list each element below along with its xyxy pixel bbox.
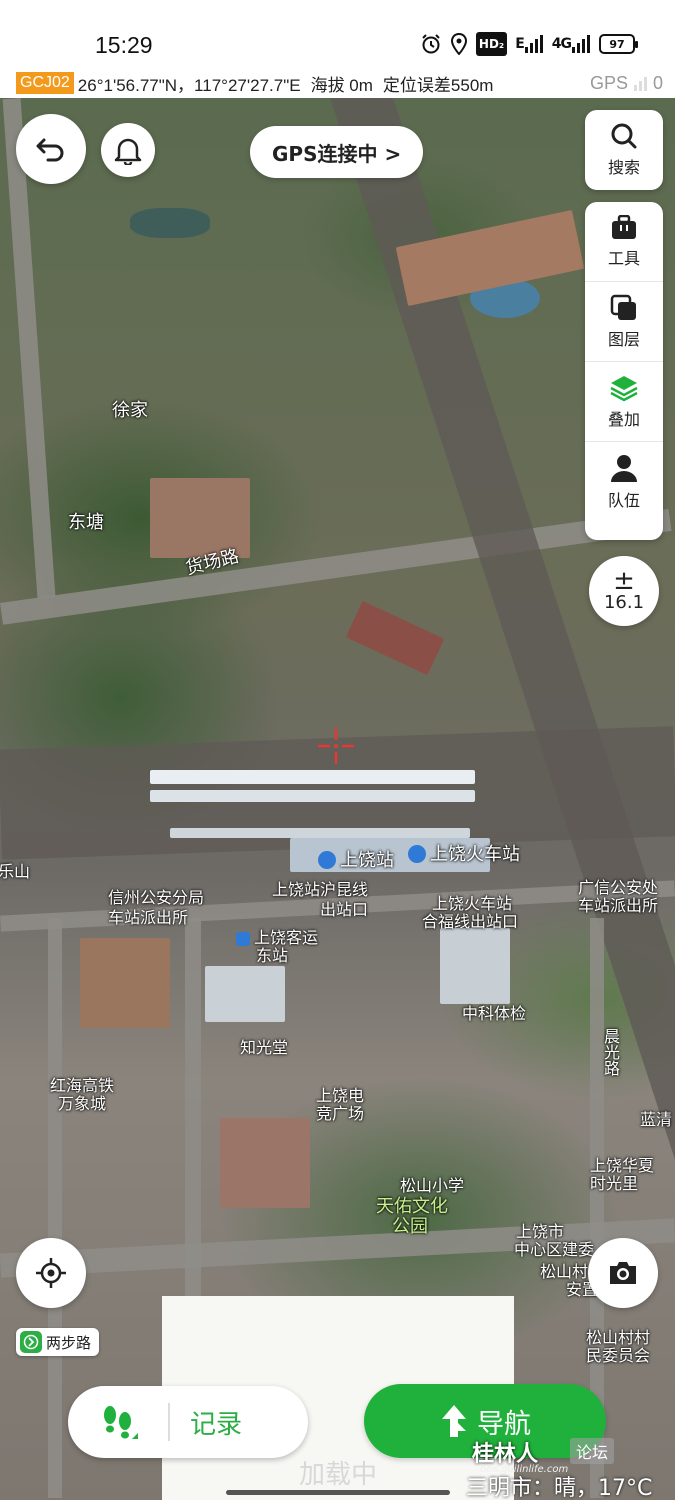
center-crosshair-icon bbox=[318, 728, 354, 764]
map-water bbox=[130, 208, 210, 238]
toolbox-icon bbox=[612, 214, 636, 239]
map-label[interactable]: 徐家 bbox=[112, 396, 148, 422]
gps-count: 0 bbox=[652, 72, 663, 93]
map-label[interactable]: 蓝清 bbox=[640, 1106, 672, 1130]
tools-button[interactable]: 工具 bbox=[585, 202, 663, 282]
map-label[interactable]: 知光堂 bbox=[240, 1034, 288, 1058]
map-label[interactable]: 车站派出所 bbox=[578, 892, 658, 916]
footprints-icon bbox=[68, 1401, 168, 1443]
map-label[interactable]: 中心区建委 bbox=[514, 1236, 594, 1260]
map-label[interactable]: 车站派出所 bbox=[108, 904, 188, 928]
bell-icon bbox=[114, 138, 142, 165]
gps-signal-icon bbox=[633, 75, 647, 91]
record-label: 记录 bbox=[190, 1409, 243, 1440]
map-building bbox=[440, 928, 510, 1004]
back-button[interactable] bbox=[16, 114, 86, 184]
map-poi-label[interactable]: 上饶站 bbox=[318, 846, 394, 872]
alarm-icon bbox=[420, 32, 442, 56]
navigation-arrow-icon bbox=[442, 1405, 466, 1437]
home-indicator[interactable] bbox=[226, 1490, 450, 1495]
map-label[interactable]: 中科体检 bbox=[462, 1000, 526, 1024]
signal-icon-1: E bbox=[515, 32, 544, 56]
search-icon bbox=[611, 123, 637, 149]
search-panel[interactable]: 搜索 bbox=[585, 110, 663, 190]
signal-icon-2: 4G bbox=[552, 32, 591, 56]
map-label[interactable]: 出站口 bbox=[320, 896, 368, 920]
map-poi-label[interactable]: 上饶火车站 bbox=[408, 840, 520, 866]
map-building bbox=[220, 1118, 310, 1208]
map-road-label: 晨光路 bbox=[601, 1028, 620, 1076]
gps-label: GPS bbox=[589, 72, 628, 93]
team-label: 队伍 bbox=[607, 491, 640, 510]
status-icons: HD₂ E 4G 97 bbox=[420, 32, 638, 56]
overlay-button[interactable]: 叠加 bbox=[585, 362, 663, 442]
hd-voice-icon: HD₂ bbox=[475, 32, 508, 56]
tools-panel: 工具 图层 叠加 队伍 bbox=[585, 202, 663, 540]
map-park-label[interactable]: 公园 bbox=[392, 1212, 428, 1238]
team-person-icon bbox=[611, 455, 637, 482]
station-platform bbox=[150, 770, 475, 784]
satellite-map[interactable]: 徐家 东塘 货场路 上饶站 上饶火车站 乐山 上饶站沪昆线 出站口 上饶火车站 … bbox=[0, 98, 675, 1500]
coordinate-bar: GCJ02 26°1'56.77"N，117°27'27.7"E 海拔 0m 定… bbox=[0, 68, 675, 98]
search-button[interactable]: 搜索 bbox=[585, 110, 663, 190]
bus-poi-icon bbox=[236, 932, 250, 946]
tools-label: 工具 bbox=[607, 248, 640, 268]
locate-button[interactable] bbox=[16, 1238, 86, 1308]
map-road bbox=[48, 918, 62, 1498]
watermark-forum: 论坛 bbox=[570, 1438, 615, 1464]
walk-mode-label: 两步路 bbox=[46, 1333, 92, 1352]
map-label[interactable]: 乐山 bbox=[0, 858, 30, 882]
camera-icon bbox=[610, 1262, 636, 1284]
status-time: 15:29 bbox=[95, 32, 153, 58]
map-building bbox=[205, 966, 285, 1022]
altitude-text: 海拔 0m bbox=[310, 75, 373, 95]
station-poi-icon bbox=[408, 845, 426, 863]
station-platform bbox=[170, 828, 470, 838]
camera-button[interactable] bbox=[588, 1238, 658, 1308]
loading-text: 加载中 bbox=[298, 1460, 377, 1490]
overlay-stack-icon bbox=[610, 375, 638, 401]
gps-connecting-button[interactable]: GPS连接中 > bbox=[250, 126, 424, 178]
coord-system-badge[interactable]: GCJ02 bbox=[16, 72, 74, 94]
map-label[interactable]: 东塘 bbox=[68, 508, 104, 534]
map-label[interactable]: 民委员会 bbox=[586, 1342, 650, 1366]
battery-icon: 97 bbox=[599, 34, 638, 54]
notification-button[interactable] bbox=[101, 123, 155, 177]
walk-mode-icon bbox=[20, 1331, 42, 1353]
map-label[interactable]: 竞广场 bbox=[316, 1100, 364, 1124]
walk-mode-badge[interactable]: 两步路 bbox=[16, 1328, 100, 1356]
gps-status: GPS 0 bbox=[590, 73, 663, 94]
coordinates-text: 26°1'56.77"N，117°27'27.7"E bbox=[77, 75, 301, 95]
record-button[interactable]: 记录 bbox=[68, 1386, 308, 1458]
map-label[interactable]: 合福线出站口 bbox=[422, 908, 518, 932]
zoom-plus-minus-icon: ± bbox=[613, 565, 635, 596]
record-divider bbox=[168, 1403, 170, 1441]
map-bare-ground bbox=[80, 938, 170, 1028]
map-building bbox=[345, 600, 445, 676]
layers-icon bbox=[610, 294, 636, 320]
map-label[interactable]: 东站 bbox=[256, 942, 288, 966]
search-label: 搜索 bbox=[607, 158, 640, 177]
map-label[interactable]: 时光里 bbox=[590, 1170, 638, 1194]
navigate-label: 导航 bbox=[477, 1408, 531, 1440]
layers-button[interactable]: 图层 bbox=[585, 282, 663, 362]
overlay-label: 叠加 bbox=[607, 409, 640, 429]
zoom-level: 16.1 bbox=[603, 591, 645, 613]
back-arrow-icon bbox=[36, 138, 64, 162]
station-poi-icon bbox=[318, 851, 336, 869]
weather-text: 三明市：晴，17°C bbox=[466, 1476, 653, 1500]
locate-target-icon bbox=[36, 1258, 66, 1288]
layers-label: 图层 bbox=[607, 329, 640, 349]
station-platform bbox=[150, 790, 475, 802]
map-label[interactable]: 万象城 bbox=[58, 1090, 106, 1114]
status-bar: 15:29 HD₂ E 4G 97 bbox=[0, 0, 675, 68]
location-icon bbox=[450, 32, 468, 56]
zoom-control[interactable]: ± 16.1 bbox=[589, 556, 659, 626]
team-button[interactable]: 队伍 bbox=[585, 442, 663, 522]
accuracy-text: 定位误差550m bbox=[382, 75, 494, 95]
